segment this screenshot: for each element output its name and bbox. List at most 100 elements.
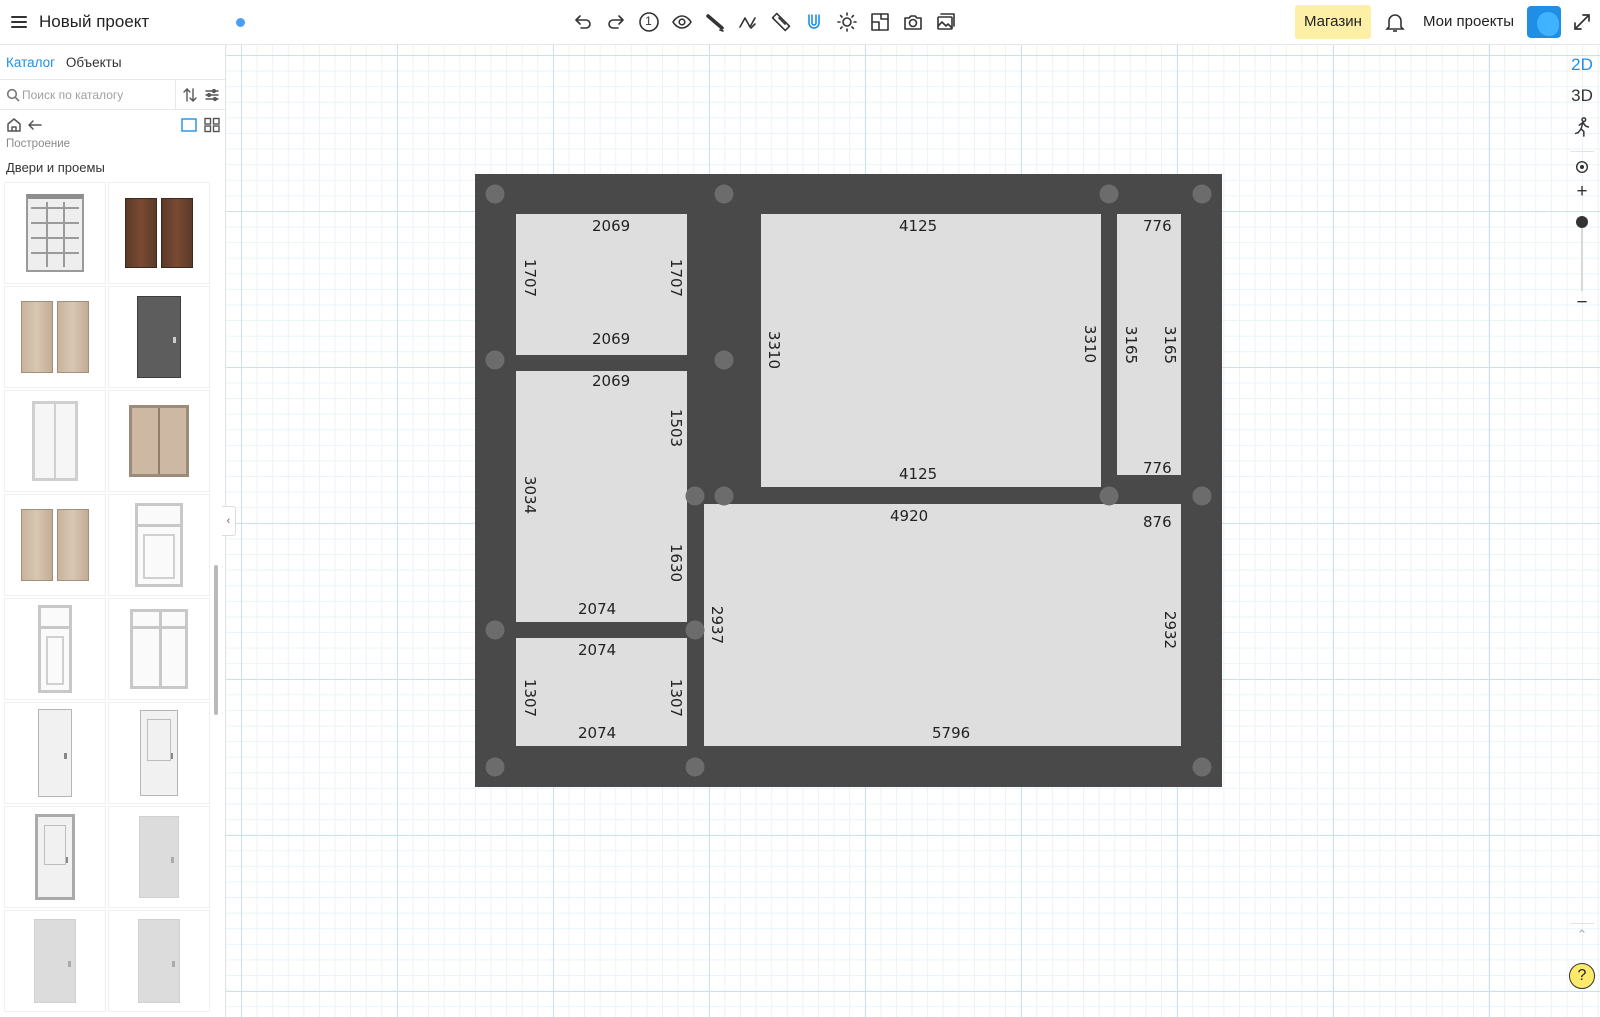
- dimension-label: 3310: [765, 330, 784, 370]
- dimension-label: 1707: [667, 258, 686, 298]
- divider: [175, 80, 176, 110]
- catalog-item-white-double-door-transom[interactable]: [108, 598, 210, 700]
- tab-objects[interactable]: Объекты: [66, 55, 122, 70]
- home-icon[interactable]: [6, 117, 22, 133]
- catalog-item-wood-double-door[interactable]: [108, 182, 210, 284]
- catalog-sidebar: Каталог Объекты Построение Двери и проем…: [0, 45, 226, 1017]
- eye-icon[interactable]: [665, 8, 698, 36]
- collapse-sidebar-button[interactable]: ‹: [222, 506, 236, 536]
- catalog-item-beige-double-door[interactable]: [4, 286, 106, 388]
- wall-node[interactable]: [685, 757, 705, 777]
- fullscreen-icon[interactable]: [1571, 11, 1593, 33]
- dimension-label: 2932: [1161, 610, 1180, 650]
- wall-node[interactable]: [1192, 757, 1212, 777]
- level-label: 1: [645, 14, 652, 28]
- avatar[interactable]: [1527, 6, 1561, 38]
- dimension-label: 3165: [1122, 325, 1141, 365]
- gallery-icon[interactable]: [929, 8, 962, 36]
- wall-tool-icon[interactable]: [698, 8, 731, 36]
- shop-button[interactable]: Магазин: [1295, 5, 1371, 39]
- back-arrow-icon[interactable]: [27, 117, 43, 133]
- wall-node[interactable]: [485, 184, 505, 204]
- filter-icon[interactable]: [204, 87, 220, 103]
- help-button[interactable]: ?: [1569, 963, 1595, 989]
- dimension-label: 2069: [592, 217, 631, 235]
- wall-node[interactable]: [485, 620, 505, 640]
- catalog-item-white-panel-door[interactable]: [108, 702, 210, 804]
- catalog-item-white-flush-door[interactable]: [108, 806, 210, 908]
- dimension-label: 5796: [932, 724, 971, 742]
- grid-view-icon[interactable]: [203, 117, 221, 133]
- floor-plan[interactable]: 2069 2069 1707 1707 2069 3034 1503 1630 …: [475, 174, 1222, 787]
- dimension-label: 3165: [1161, 325, 1180, 365]
- divider: [1570, 151, 1594, 152]
- zoom-in-button[interactable]: +: [1564, 181, 1600, 203]
- catalog-item-white-glass-balcony-door[interactable]: [4, 390, 106, 492]
- view-controls: 2D 3D + − ⌃ ?: [1564, 45, 1600, 1017]
- my-projects-link[interactable]: Мои проекты: [1423, 13, 1514, 30]
- catalog-item-white-door-with-transom[interactable]: [108, 494, 210, 596]
- catalog-item-white-classic-door[interactable]: [4, 806, 106, 908]
- catalog-nav: [0, 117, 225, 137]
- dimension-label: 3034: [521, 475, 540, 515]
- dimension-label: 2069: [592, 330, 631, 348]
- sun-icon[interactable]: [830, 8, 863, 36]
- catalog-item-glass-french-door[interactable]: [4, 182, 106, 284]
- magnet-icon[interactable]: [797, 8, 830, 36]
- mode-2d-button[interactable]: 2D: [1564, 55, 1600, 75]
- unsaved-indicator: [236, 18, 245, 27]
- hamburger-menu-icon[interactable]: [8, 11, 30, 33]
- dimension-label: 2937: [708, 605, 727, 645]
- catalog-item-white-flush-door-3[interactable]: [108, 910, 210, 1012]
- wall-node[interactable]: [685, 620, 705, 640]
- mode-3d-button[interactable]: 3D: [1564, 86, 1600, 106]
- floor-plan-icon[interactable]: [863, 8, 896, 36]
- breadcrumb[interactable]: Построение: [6, 138, 70, 150]
- wall-node[interactable]: [714, 486, 734, 506]
- sidebar-scrollbar[interactable]: [214, 565, 218, 715]
- level-1-icon[interactable]: 1: [632, 8, 665, 36]
- search-input[interactable]: [22, 84, 172, 106]
- bell-icon[interactable]: [1383, 10, 1407, 34]
- plan-canvas[interactable]: 2069 2069 1707 1707 2069 3034 1503 1630 …: [226, 45, 1600, 1017]
- toolbar: 1: [566, 8, 962, 36]
- dimension-label: 1307: [667, 678, 686, 718]
- room-6[interactable]: [704, 504, 1181, 746]
- tab-catalog[interactable]: Каталог: [6, 55, 55, 70]
- undo-icon[interactable]: [566, 8, 599, 36]
- dimension-label: 2069: [592, 372, 631, 390]
- catalog-item-beige-sliding-door[interactable]: [108, 390, 210, 492]
- camera-icon[interactable]: [896, 8, 929, 36]
- wall-node[interactable]: [1192, 486, 1212, 506]
- redo-icon[interactable]: [599, 8, 632, 36]
- scroll-top-icon[interactable]: ⌃: [1564, 927, 1600, 943]
- wall-node[interactable]: [485, 350, 505, 370]
- zoom-out-button[interactable]: −: [1564, 292, 1600, 314]
- wall-node[interactable]: [1099, 184, 1119, 204]
- center-view-icon[interactable]: [1564, 159, 1600, 177]
- wall-node[interactable]: [485, 757, 505, 777]
- catalog-item-white-flush-door-2[interactable]: [4, 910, 106, 1012]
- zoom-slider[interactable]: [1581, 221, 1583, 291]
- room-2[interactable]: [516, 371, 687, 622]
- dimension-label: 1307: [521, 678, 540, 718]
- zoom-slider-handle[interactable]: [1576, 216, 1588, 228]
- wall-node[interactable]: [714, 184, 734, 204]
- catalog-item-white-single-door-transom[interactable]: [4, 598, 106, 700]
- draw-line-icon[interactable]: [731, 8, 764, 36]
- wall-node[interactable]: [685, 486, 705, 506]
- sort-icon[interactable]: [182, 87, 198, 103]
- wall-node[interactable]: [1099, 486, 1119, 506]
- room-4[interactable]: [761, 214, 1101, 487]
- wall-node[interactable]: [714, 350, 734, 370]
- wall-node[interactable]: [1192, 184, 1212, 204]
- ruler-icon[interactable]: [764, 8, 797, 36]
- walk-mode-icon[interactable]: [1564, 115, 1600, 141]
- project-title[interactable]: Новый проект: [39, 12, 149, 32]
- catalog-item-white-plain-door[interactable]: [4, 702, 106, 804]
- dimension-label: 1503: [667, 408, 686, 448]
- catalog-item-beige-double-door-2[interactable]: [4, 494, 106, 596]
- sidebar-tabs: Каталог Объекты: [6, 55, 129, 70]
- catalog-item-gray-metal-door[interactable]: [108, 286, 210, 388]
- list-view-icon[interactable]: [180, 117, 198, 133]
